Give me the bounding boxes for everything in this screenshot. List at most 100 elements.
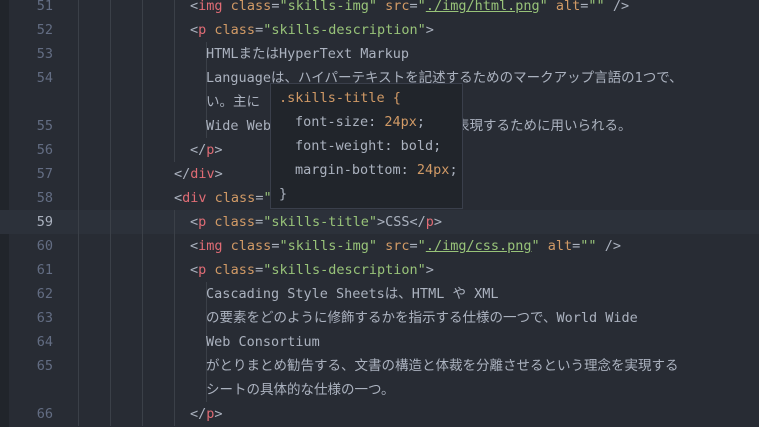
code-text: い。主に [206, 90, 260, 114]
line-number: 58 [36, 190, 53, 206]
code-line[interactable]: 59 <p class="skills-title">CSS</p> [0, 210, 759, 234]
indent-guide [174, 354, 175, 378]
indent-guide [110, 306, 111, 330]
indent-guide [142, 18, 143, 42]
indent-guide [142, 354, 143, 378]
indent-guide [78, 258, 79, 282]
indent-guide [174, 138, 175, 162]
code-line[interactable]: 60 <img class="skills-img" src="./img/css… [0, 234, 759, 258]
code-token: /> [604, 0, 630, 14]
code-line[interactable]: 65 がとりまとめ勧告する、文書の構造と体裁を分離させるという理念を実現する [0, 354, 759, 378]
code-token: " [417, 238, 426, 254]
line-number: 51 [36, 0, 53, 14]
indent-guide [110, 90, 111, 114]
indent-guide [110, 258, 111, 282]
indent-guide [78, 210, 79, 234]
code-token: "skills-description" [263, 22, 426, 38]
code-text: <div class=" [174, 186, 272, 210]
code-token: src [385, 0, 410, 14]
code-token: >CSS</ [377, 214, 426, 230]
indent-guide [110, 330, 111, 354]
code-text: <p class="skills-description"> [190, 18, 434, 42]
indent-guide [78, 90, 79, 114]
indent-guide [142, 186, 143, 210]
indent-guide [110, 18, 111, 42]
code-text: Web Consortium [206, 330, 320, 354]
indent-guide [174, 0, 175, 18]
indent-guide [110, 66, 111, 90]
code-token: < [190, 262, 199, 278]
code-token: = [255, 22, 264, 38]
indent-guide [110, 282, 111, 306]
line-number: 52 [36, 22, 53, 38]
css-definition-tooltip: .skills-title { font-size: 24px; font-we… [270, 83, 463, 209]
code-token: "skills-description" [263, 262, 426, 278]
code-text: </div> [174, 162, 223, 186]
code-token: < [190, 22, 199, 38]
indent-guide [174, 114, 175, 138]
code-token: ./img/css.png [425, 238, 532, 254]
code-editor[interactable]: 51 <img class="skills-img" src="./img/htm… [0, 0, 759, 427]
code-text: HTMLまたはHyperText Markup [206, 42, 409, 66]
tooltip-declaration-font-size: font-size: 24px; [295, 114, 426, 130]
indent-guide [110, 162, 111, 186]
indent-guide [78, 186, 79, 210]
code-token: HTMLまたはHyperText Markup [206, 46, 410, 62]
code-text: シートの具体的な仕様の一つ。 [206, 378, 394, 402]
line-number: 62 [36, 286, 53, 302]
indent-guide [78, 378, 79, 402]
code-token: src [385, 238, 410, 254]
code-line[interactable]: 52 <p class="skills-description"> [0, 18, 759, 42]
tooltip-declaration-font-weight: font-weight: bold; [295, 138, 442, 154]
indent-guide [142, 234, 143, 258]
line-number: 65 [36, 358, 53, 374]
code-token: > [214, 142, 223, 158]
indent-guide [110, 234, 111, 258]
code-line[interactable]: 61 <p class="skills-description"> [0, 258, 759, 282]
indent-guide [78, 330, 79, 354]
indent-guide [142, 138, 143, 162]
code-line[interactable]: 62 Cascading Style Sheetsは、HTML や XML [0, 282, 759, 306]
code-token: p [425, 214, 434, 230]
line-number: 60 [36, 238, 53, 254]
line-number: 59 [36, 214, 53, 230]
code-token: シートの具体的な仕様の一つ。 [206, 382, 395, 398]
code-token: /> [596, 238, 621, 254]
code-token: Web Consortium [206, 334, 320, 350]
code-token: div [182, 190, 207, 206]
indent-guide [174, 306, 175, 330]
indent-guide [174, 18, 175, 42]
indent-guide [110, 138, 111, 162]
code-token: < [190, 0, 199, 14]
code-text-continued: 表現するために用いられる。 [456, 118, 632, 134]
indent-guide [142, 162, 143, 186]
indent-guide [174, 210, 175, 234]
line-number: 63 [36, 310, 53, 326]
code-token: div [190, 166, 215, 182]
code-token: < [190, 238, 199, 254]
code-text: <p class="skills-description"> [190, 258, 434, 282]
code-line[interactable]: 53 HTMLまたはHyperText Markup [0, 42, 759, 66]
code-token: "skills-img" [279, 0, 377, 14]
code-token: > [214, 406, 223, 422]
code-token: </ [190, 142, 207, 158]
code-token: "skills-title" [263, 214, 377, 230]
code-token: > [425, 22, 434, 38]
code-line[interactable]: 51 <img class="skills-img" src="./img/htm… [0, 0, 759, 18]
indent-guide [142, 402, 143, 426]
code-token: < [174, 190, 183, 206]
indent-guide [174, 234, 175, 258]
code-token: "" [580, 238, 597, 254]
indent-guide [174, 42, 175, 66]
code-line[interactable]: 63 の要素をどのように修飾するかを指示する仕様の一つで、World Wide [0, 306, 759, 330]
code-line[interactable]: シートの具体的な仕様の一つ。 [0, 378, 759, 402]
code-line[interactable]: 64 Web Consortium [0, 330, 759, 354]
code-line[interactable]: 66 </p> [0, 402, 759, 426]
code-text: <img class="skills-img" src="./img/html.… [190, 0, 629, 18]
indent-guide [142, 66, 143, 90]
tooltip-declaration-margin-bottom: margin-bottom: 24px; [295, 162, 458, 178]
